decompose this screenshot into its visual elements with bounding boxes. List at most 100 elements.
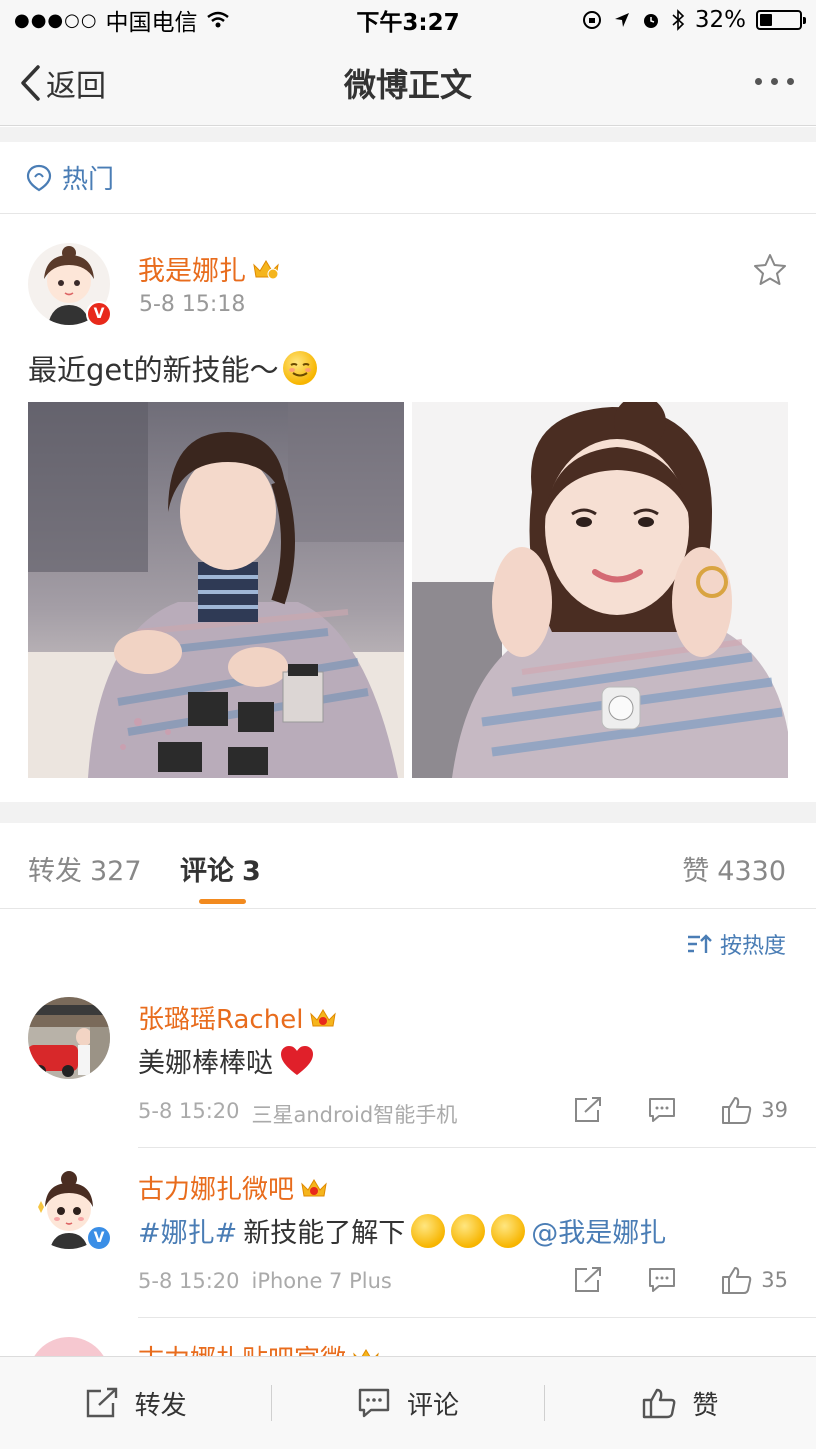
- smirk-emoji-icon: [282, 351, 317, 385]
- verified-badge: V: [86, 301, 112, 327]
- weibo-detail-page: ●●●○○ 中国电信 下午3:27 32% 返回 微博正文 热门 V 我是娜扎 …: [0, 0, 816, 1449]
- chevron-left-icon: [21, 64, 40, 101]
- comment-source: iPhone 7 Plus: [251, 1269, 392, 1293]
- commenter-name: 张璐瑶Rachel: [138, 1005, 304, 1035]
- comment-meta: 5-8 15:20 iPhone 7 Plus: [138, 1269, 392, 1293]
- section-gap: [0, 802, 816, 823]
- hot-location-icon: [26, 164, 52, 191]
- bottom-action-bar: 转发 评论 赞: [0, 1356, 816, 1449]
- like-label: 赞: [692, 1390, 719, 1421]
- page-title: 微博正文: [343, 65, 472, 104]
- comment-meta: 5-8 15:20 三星android智能手机: [138, 1099, 457, 1129]
- tab-repost[interactable]: 转发 327: [28, 849, 142, 888]
- tab-comment-count: 3: [242, 856, 261, 887]
- comment-label: 评论: [406, 1390, 459, 1421]
- active-tab-indicator: [199, 899, 246, 904]
- commenter-name-row[interactable]: 古力娜扎微吧: [138, 1169, 328, 1206]
- comment-actions: 39: [573, 1095, 788, 1125]
- author-name-row[interactable]: 我是娜扎: [138, 249, 280, 288]
- carrier-name: 中国电信: [105, 10, 198, 36]
- navigation-bar: 返回 微博正文: [0, 40, 816, 126]
- comment-item: V 古力娜扎微吧 #娜扎# 新技能了解下 @我是娜扎 5-8 15:20 iPh…: [0, 1167, 816, 1337]
- comment-text-row: 美娜棒棒哒: [138, 1041, 315, 1080]
- wifi-icon: [206, 11, 229, 28]
- comment-like-button[interactable]: 35: [721, 1265, 788, 1295]
- battery-percent: 32%: [694, 7, 746, 33]
- share-icon[interactable]: [573, 1266, 603, 1294]
- section-gap: [0, 127, 816, 142]
- post-text-row: 最近get的新技能～: [28, 347, 317, 389]
- hot-tag-row[interactable]: 热门: [0, 142, 816, 214]
- bluetooth-icon: [672, 9, 685, 31]
- tab-like[interactable]: 赞 4330: [682, 849, 786, 888]
- mention-link[interactable]: @我是娜扎: [531, 1211, 666, 1250]
- tab-comment[interactable]: 评论 3: [180, 849, 261, 888]
- verified-badge: V: [86, 1225, 112, 1251]
- comment-divider: [138, 1317, 816, 1318]
- comment-item: 张璐瑶Rachel 美娜棒棒哒 5-8 15:20 三星android智能手机: [0, 997, 816, 1167]
- interaction-tabs: 转发 327 评论 3 赞 4330: [0, 823, 816, 909]
- member-crown-icon: [253, 259, 279, 279]
- tab-comment-label: 评论: [180, 856, 234, 887]
- comment-like-count: 35: [761, 1268, 788, 1292]
- blush-emoji-icon: [491, 1213, 526, 1248]
- sort-label: 按热度: [719, 934, 786, 959]
- alarm-icon: [643, 14, 658, 28]
- rotation-lock-icon: [582, 11, 601, 29]
- avatar-street-photo: [28, 997, 110, 1079]
- reply-comment-icon[interactable]: [647, 1266, 677, 1294]
- sort-icon: [687, 934, 712, 953]
- post-text: 最近get的新技能～: [28, 353, 279, 387]
- comment-text: 美娜棒棒哒: [138, 1048, 273, 1079]
- comment-time: 5-8 15:20: [138, 1099, 240, 1123]
- sort-by-hot-button[interactable]: 按热度: [686, 928, 786, 960]
- comment-source: 三星android智能手机: [251, 1103, 458, 1127]
- comment-time: 5-8 15:20: [138, 1269, 240, 1293]
- post-photo-1[interactable]: [28, 402, 404, 778]
- photo-girl-smiling: [412, 402, 788, 778]
- red-heart-icon: [281, 1045, 313, 1075]
- tab-like-count: 4330: [717, 856, 786, 887]
- comment-text: 新技能了解下: [243, 1218, 406, 1249]
- tab-repost-label: 转发: [28, 856, 82, 887]
- status-bar: ●●●○○ 中国电信 下午3:27 32%: [0, 0, 816, 40]
- blush-emoji-icon: [411, 1213, 446, 1248]
- repost-label: 转发: [134, 1390, 187, 1421]
- more-button[interactable]: [755, 78, 794, 85]
- favorite-star-icon[interactable]: [752, 253, 788, 287]
- topic-link[interactable]: #娜扎#: [138, 1211, 237, 1250]
- commenter-name: 古力娜扎微吧: [138, 1175, 295, 1205]
- back-label: 返回: [46, 68, 106, 104]
- member-crown-icon: [301, 1178, 327, 1196]
- post-photo-2[interactable]: [412, 402, 788, 778]
- repost-button[interactable]: 转发: [0, 1357, 271, 1449]
- more-dot-icon: [787, 78, 794, 85]
- post-time: 5-8 15:18: [139, 292, 246, 317]
- like-button[interactable]: 赞: [545, 1357, 816, 1449]
- tab-like-label: 赞: [682, 856, 710, 887]
- signal-strength-icon: ●●●○○: [14, 9, 98, 31]
- reply-comment-icon[interactable]: [647, 1096, 677, 1124]
- author-name: 我是娜扎: [138, 256, 246, 287]
- commenter-name-row[interactable]: 张璐瑶Rachel: [138, 999, 337, 1036]
- thumbs-up-icon: [722, 1267, 752, 1294]
- comment-divider: [138, 1147, 816, 1148]
- back-button[interactable]: 返回: [18, 61, 106, 105]
- commenter-avatar[interactable]: [28, 997, 110, 1079]
- comment-like-count: 39: [761, 1098, 788, 1122]
- share-icon[interactable]: [573, 1096, 603, 1124]
- battery-level: [760, 14, 773, 26]
- hot-label: 热门: [62, 165, 115, 195]
- repost-icon: [86, 1387, 117, 1418]
- comment-icon: [358, 1388, 390, 1418]
- comment-button[interactable]: 评论: [272, 1357, 543, 1449]
- thumbs-up-icon: [722, 1097, 752, 1124]
- comment-like-button[interactable]: 39: [721, 1095, 788, 1125]
- comment-actions: 35: [573, 1265, 788, 1295]
- member-crown-icon: [310, 1008, 337, 1026]
- more-dot-icon: [771, 78, 778, 85]
- blush-emoji-icon: [451, 1213, 486, 1248]
- more-dot-icon: [755, 78, 762, 85]
- location-icon: [614, 13, 629, 27]
- battery-icon: [756, 10, 806, 30]
